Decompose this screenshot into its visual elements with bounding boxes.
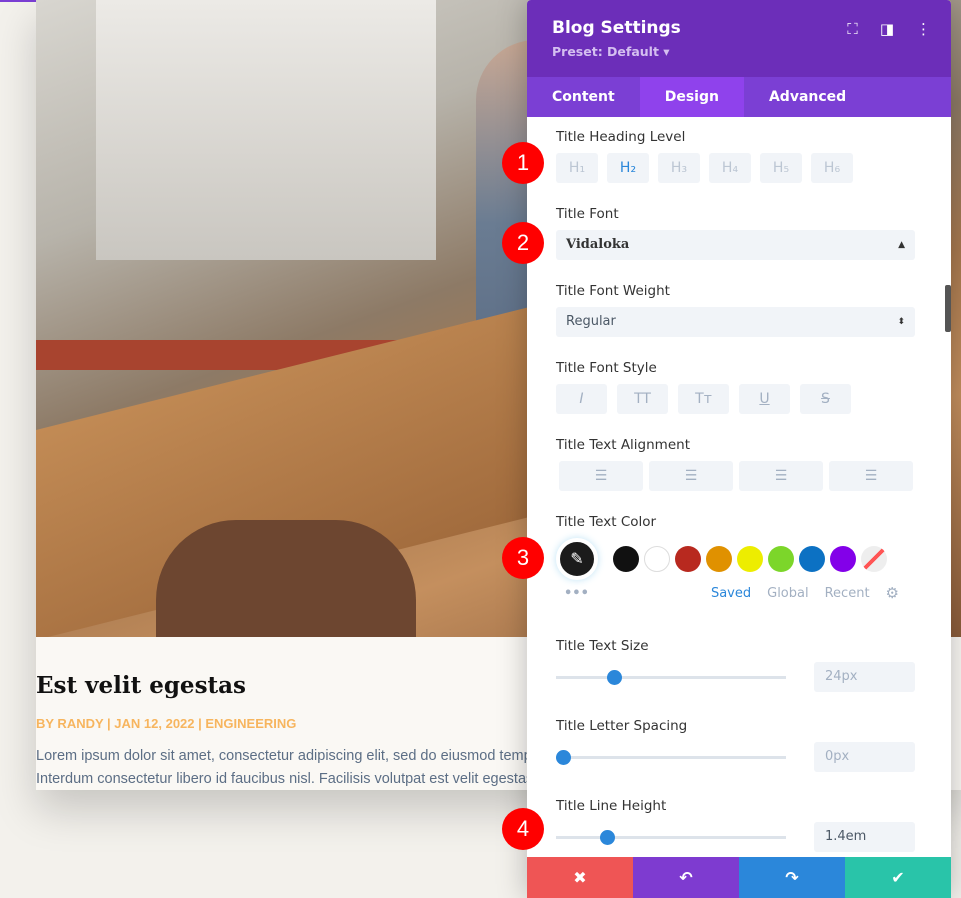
color-swatch[interactable] xyxy=(799,546,825,572)
gear-icon[interactable]: ⚙ xyxy=(886,584,899,602)
heading-h6-button[interactable]: H₆ xyxy=(811,153,853,183)
align-center-button[interactable]: ☰ xyxy=(649,461,733,491)
excerpt-line: Interdum consectetur libero id faucibus … xyxy=(36,771,546,787)
capitalize-button[interactable]: Tт xyxy=(678,384,729,414)
title-font-label: Title Font xyxy=(556,206,619,222)
color-swatch[interactable] xyxy=(768,546,794,572)
heading-h4-button[interactable]: H₄ xyxy=(709,153,751,183)
eyedropper-icon[interactable]: ✎ xyxy=(556,538,598,580)
select-arrows-icon: ⬍ xyxy=(897,317,905,327)
step-badge: 3 xyxy=(502,537,544,579)
cancel-button[interactable]: ✖ xyxy=(527,857,633,898)
heading-h5-button[interactable]: H₅ xyxy=(760,153,802,183)
font-weight-value: Regular xyxy=(566,314,616,329)
saved-colors-tab[interactable]: Saved xyxy=(711,586,751,601)
color-swatch[interactable] xyxy=(613,546,639,572)
scrollbar[interactable] xyxy=(945,285,951,332)
font-weight-select[interactable]: Regular ⬍ xyxy=(556,307,915,337)
panel-tabs: Content Design Advanced xyxy=(527,77,951,117)
text-color-label: Title Text Color xyxy=(556,514,657,530)
more-colors-button[interactable]: ••• xyxy=(556,586,711,601)
post-meta: BY RANDY | JAN 12, 2022 | ENGINEERING xyxy=(36,716,297,731)
recent-colors-tab[interactable]: Recent xyxy=(825,586,870,601)
undo-button[interactable]: ↶ xyxy=(633,857,739,898)
align-left-button[interactable]: ☰ xyxy=(559,461,643,491)
step-badge: 1 xyxy=(502,142,544,184)
text-size-slider[interactable] xyxy=(556,669,786,685)
letter-spacing-slider[interactable] xyxy=(555,749,786,765)
color-swatch[interactable] xyxy=(675,546,701,572)
color-swatch[interactable] xyxy=(830,546,856,572)
more-vertical-icon[interactable]: ⋮ xyxy=(916,20,931,38)
select-arrows-icon: ▲ xyxy=(898,240,905,250)
heading-h2-button[interactable]: H₂ xyxy=(607,153,649,183)
settings-panel: Blog Settings Preset: Default ▾ ⛶ ◨ ⋮ Co… xyxy=(527,0,951,898)
step-badge: 2 xyxy=(502,222,544,264)
post-excerpt: Lorem ipsum dolor sit amet, consectetur … xyxy=(36,745,545,791)
title-font-value: Vidaloka xyxy=(566,237,630,252)
italic-button[interactable]: I xyxy=(556,384,607,414)
slider-handle[interactable] xyxy=(606,669,622,685)
panel-header: Blog Settings Preset: Default ▾ ⛶ ◨ ⋮ xyxy=(527,0,951,77)
step-badge: 4 xyxy=(502,808,544,850)
text-size-label: Title Text Size xyxy=(556,638,649,654)
strikethrough-button[interactable]: S xyxy=(800,384,851,414)
letter-spacing-label: Title Letter Spacing xyxy=(556,718,688,734)
heading-h3-button[interactable]: H₃ xyxy=(658,153,700,183)
redo-button[interactable]: ↷ xyxy=(739,857,845,898)
heading-level-label: Title Heading Level xyxy=(556,129,686,145)
split-view-icon[interactable]: ◨ xyxy=(880,20,894,38)
global-colors-tab[interactable]: Global xyxy=(767,586,808,601)
color-swatch[interactable] xyxy=(706,546,732,572)
tab-advanced[interactable]: Advanced xyxy=(744,77,871,117)
color-swatch[interactable] xyxy=(737,546,763,572)
align-justify-button[interactable]: ☰ xyxy=(829,461,913,491)
tab-content[interactable]: Content xyxy=(527,77,640,117)
title-font-select[interactable]: Vidaloka ▲ xyxy=(556,230,915,260)
heading-h1-button[interactable]: H₁ xyxy=(556,153,598,183)
no-color-swatch[interactable] xyxy=(861,546,887,572)
text-size-input[interactable]: 24px xyxy=(814,662,915,692)
panel-footer: ✖ ↶ ↷ ✔ xyxy=(527,857,951,898)
tab-design[interactable]: Design xyxy=(639,77,744,117)
color-swatch[interactable] xyxy=(644,546,670,572)
slider-handle[interactable] xyxy=(555,749,571,765)
fullscreen-icon[interactable]: ⛶ xyxy=(847,20,858,38)
slider-handle[interactable] xyxy=(599,829,615,845)
font-style-label: Title Font Style xyxy=(556,360,657,376)
alignment-label: Title Text Alignment xyxy=(556,437,690,453)
post-title[interactable]: Est velit egestas xyxy=(36,672,246,699)
font-weight-label: Title Font Weight xyxy=(556,283,670,299)
excerpt-line: Lorem ipsum dolor sit amet, consectetur … xyxy=(36,748,545,764)
save-button[interactable]: ✔ xyxy=(845,857,951,898)
align-right-button[interactable]: ☰ xyxy=(739,461,823,491)
line-height-input[interactable]: 1.4em xyxy=(814,822,915,852)
preset-dropdown[interactable]: Preset: Default ▾ xyxy=(552,44,926,59)
line-height-label: Title Line Height xyxy=(556,798,667,814)
uppercase-button[interactable]: TT xyxy=(617,384,668,414)
underline-button[interactable]: U xyxy=(739,384,790,414)
line-height-slider[interactable] xyxy=(556,829,786,845)
letter-spacing-input[interactable]: 0px xyxy=(814,742,915,772)
